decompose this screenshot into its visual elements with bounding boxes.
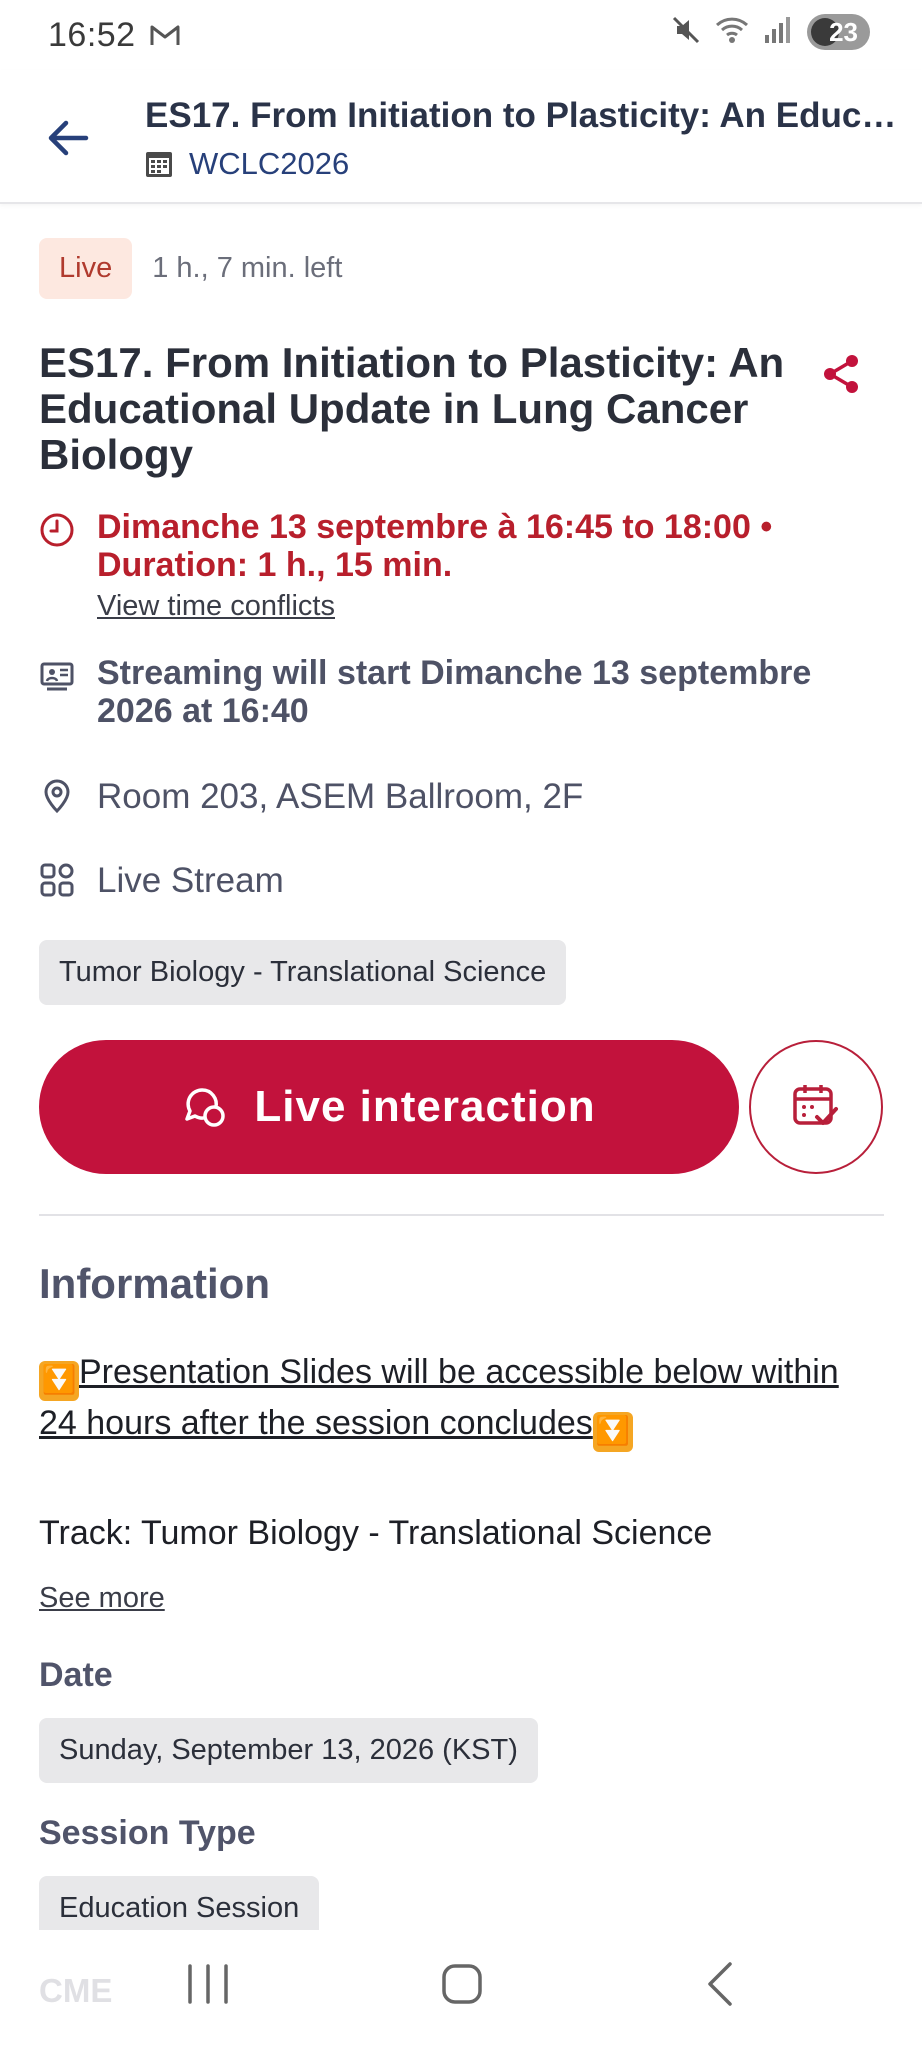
system-back-button[interactable] (696, 1958, 748, 2010)
home-button[interactable] (436, 1958, 488, 2010)
event-link[interactable]: WCLC2026 (145, 146, 349, 182)
system-nav-bar: CME (0, 1930, 922, 2048)
time-left: 1 h., 7 min. left (152, 252, 343, 284)
status-icons: 23 (671, 14, 870, 50)
share-icon (824, 355, 858, 393)
battery-indicator: 23 (807, 14, 870, 50)
signal-icon (763, 15, 793, 50)
mute-icon (671, 15, 701, 50)
presentation-icon (39, 658, 79, 730)
track-tag[interactable]: Tumor Biology - Translational Science (39, 940, 567, 1005)
track-text: Track: Tumor Biology - Translational Sci… (39, 1514, 713, 1552)
double-down-arrow-icon: ⏬ (39, 1361, 79, 1401)
home-icon (442, 1964, 482, 2004)
date-label: Date (39, 1656, 113, 1694)
wifi-icon (715, 15, 749, 50)
location-pin-icon (39, 778, 79, 819)
recent-apps-button[interactable] (180, 1958, 236, 2010)
gmail-icon (150, 23, 180, 47)
clock-icon (39, 512, 79, 623)
date-value: Sunday, September 13, 2026 (KST) (39, 1718, 538, 1783)
live-interaction-button[interactable]: Live interaction (39, 1040, 739, 1174)
app-header: ES17. From Initiation to Plasticity: An … (0, 70, 922, 204)
double-down-arrow-icon: ⏬ (592, 1412, 633, 1452)
session-datetime: Dimanche 13 septembre à 16:45 to 18:00 •… (97, 508, 773, 584)
slides-note[interactable]: ⏬Presentation Slides will be accessible … (39, 1350, 839, 1452)
view-time-conflicts-link[interactable]: View time conflicts (97, 590, 817, 623)
chevron-left-icon (708, 1962, 732, 2006)
session-title: ES17. From Initiation to Plasticity: An … (39, 339, 785, 478)
live-badge: Live (39, 238, 133, 299)
header-title: ES17. From Initiation to Plasticity: An … (145, 96, 905, 135)
section-divider (39, 1214, 884, 1216)
stream-type-row: Live Stream (39, 858, 284, 903)
chat-bubble-icon (185, 1088, 226, 1127)
live-status-row: Live 1 h., 7 min. left (39, 238, 342, 299)
information-heading: Information (39, 1260, 270, 1307)
calendar-check-icon (793, 1085, 838, 1125)
arrow-left-icon (48, 120, 89, 156)
session-type-label: Session Type (39, 1814, 256, 1852)
session-room: Room 203, ASEM Ballroom, 2F (97, 776, 584, 816)
add-to-calendar-button[interactable] (749, 1040, 883, 1174)
back-button[interactable] (42, 112, 94, 164)
slides-note-text: Presentation Slides will be accessible b… (39, 1353, 839, 1442)
share-button[interactable] (819, 352, 867, 400)
stream-type: Live Stream (97, 860, 284, 900)
status-bar: 16:52 23 (0, 0, 922, 70)
room-row: Room 203, ASEM Ballroom, 2F (39, 774, 583, 819)
streaming-row: Streaming will start Dimanche 13 septemb… (39, 654, 857, 730)
event-name: WCLC2026 (189, 146, 350, 181)
battery-level: 23 (829, 16, 858, 47)
datetime-row: Dimanche 13 septembre à 16:45 to 18:00 •… (39, 508, 817, 623)
recent-apps-icon (188, 1964, 228, 2004)
see-more-link[interactable]: See more (39, 1582, 165, 1615)
cme-label: CME (39, 1972, 113, 2009)
calendar-grid-icon (146, 152, 172, 177)
streaming-start: Streaming will start Dimanche 13 septemb… (97, 654, 812, 730)
status-time: 16:52 (48, 15, 136, 54)
live-interaction-label: Live interaction (254, 1082, 596, 1131)
grid-icon (39, 862, 79, 903)
